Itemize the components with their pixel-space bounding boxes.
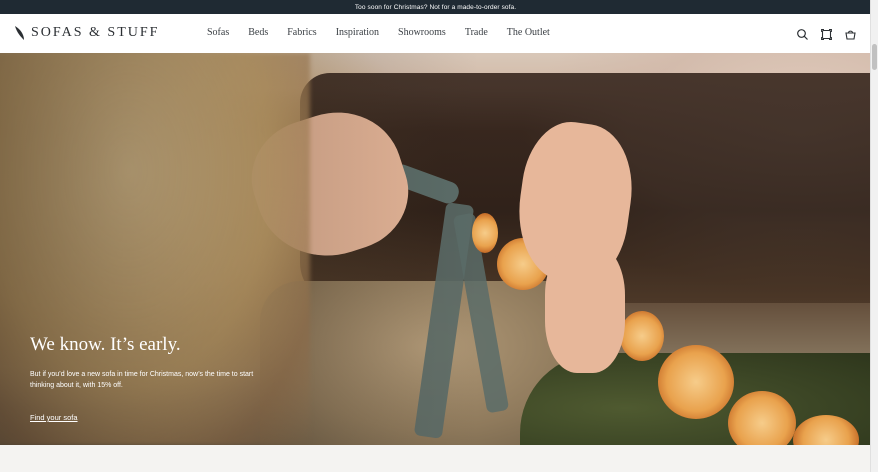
nav-item-showrooms[interactable]: Showrooms [398, 27, 446, 38]
hero-title: We know. It’s early. [30, 334, 181, 355]
page-below-fold [0, 445, 871, 472]
nav-item-fabrics[interactable]: Fabrics [287, 27, 316, 38]
basket-icon[interactable] [844, 28, 857, 41]
logo[interactable]: SOFAS & STUFF [14, 25, 159, 41]
logo-feather-icon [15, 26, 24, 40]
find-your-sofa-link[interactable]: Find your sofa [30, 413, 78, 422]
nav-item-beds[interactable]: Beds [248, 27, 268, 38]
nav-item-trade[interactable]: Trade [465, 27, 488, 38]
site-header: SOFAS & STUFF Sofas Beds Fabrics Inspira… [0, 14, 871, 54]
header-actions [796, 28, 857, 41]
swatch-icon[interactable] [820, 28, 833, 41]
nav-item-inspiration[interactable]: Inspiration [336, 27, 379, 38]
hero-description: But if you’d love a new sofa in time for… [30, 371, 254, 389]
search-icon[interactable] [796, 28, 809, 41]
announcement-bar: Too soon for Christmas? Not for a made-t… [0, 0, 871, 14]
hero-banner: We know. It’s early. But if you’d love a… [0, 53, 871, 445]
nav-item-the-outlet[interactable]: The Outlet [507, 27, 550, 38]
nav-item-sofas[interactable]: Sofas [207, 27, 229, 38]
scrollbar-thumb[interactable] [872, 44, 877, 70]
announcement-text: Too soon for Christmas? Not for a made-t… [354, 3, 517, 11]
main-nav: Sofas Beds Fabrics Inspiration Showrooms… [207, 27, 569, 38]
brand-name: SOFAS & STUFF [31, 25, 160, 40]
hero-copy: We know. It’s early. But if you’d love a… [30, 334, 270, 425]
page-scrollbar[interactable] [870, 0, 878, 472]
